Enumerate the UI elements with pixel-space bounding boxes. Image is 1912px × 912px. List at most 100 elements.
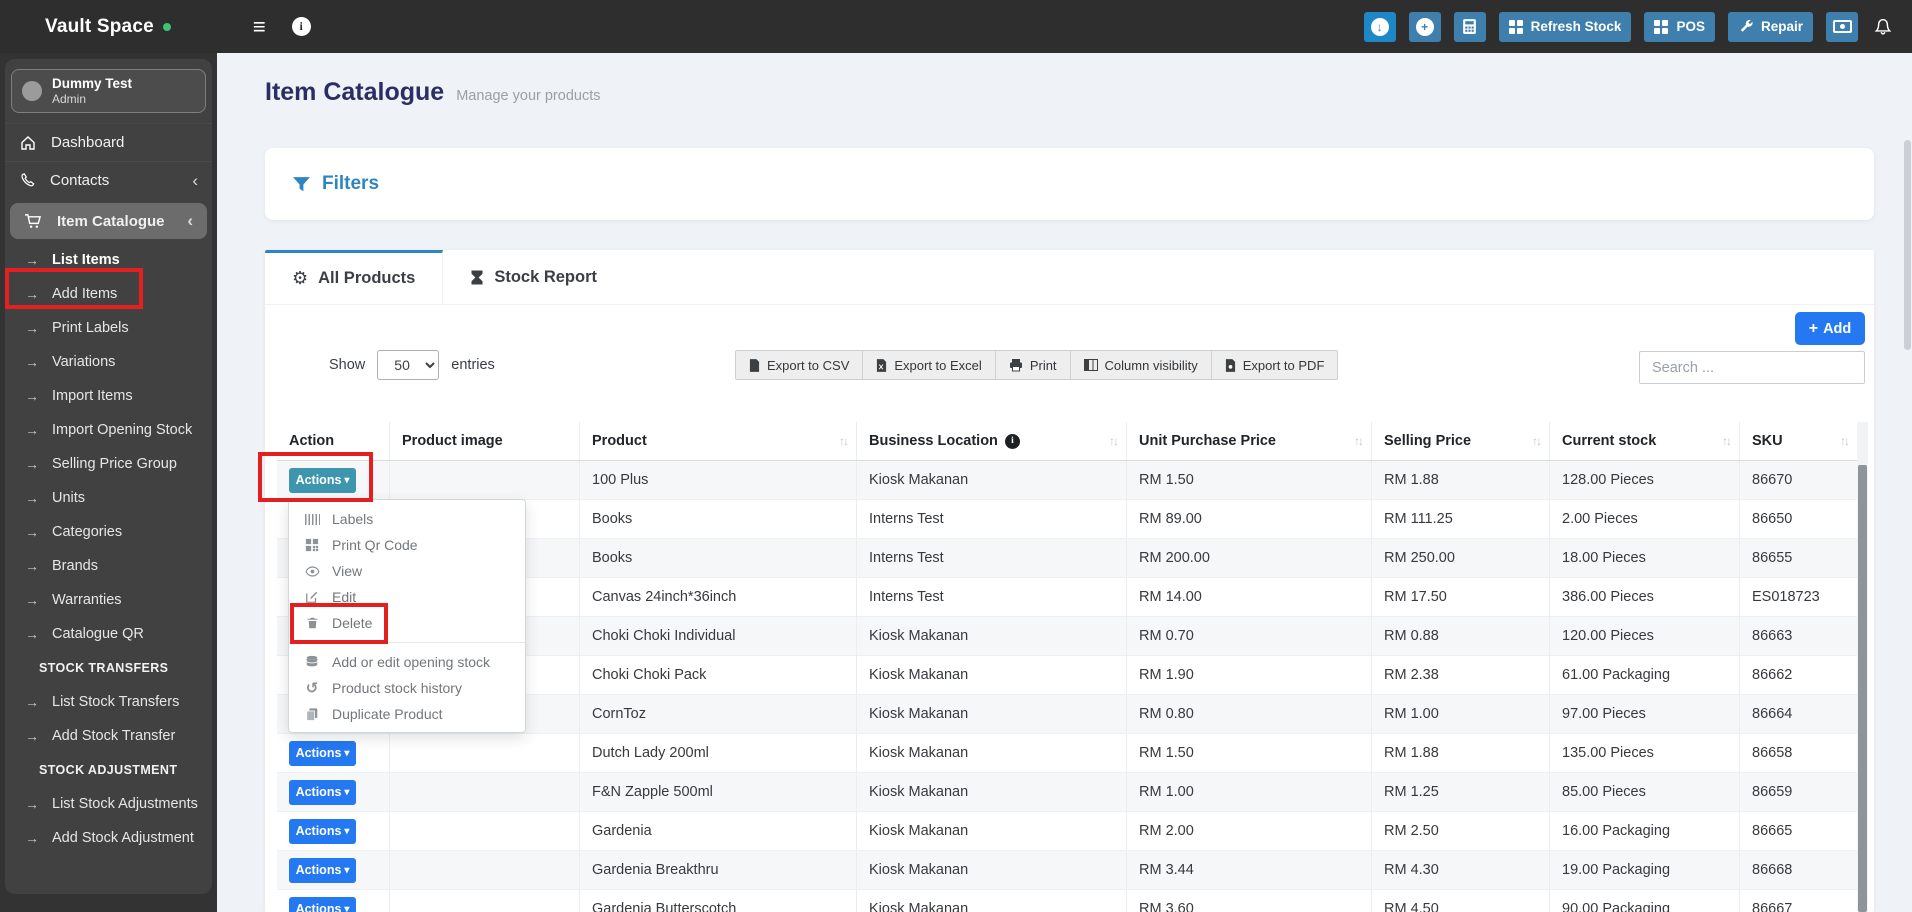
product-cell: Books bbox=[580, 539, 857, 577]
sidebar-item-brands[interactable]: Brands bbox=[5, 549, 212, 583]
product-image-cell bbox=[390, 812, 580, 850]
sort-icon[interactable] bbox=[1109, 434, 1117, 448]
calculator-button[interactable] bbox=[1453, 11, 1486, 42]
page-scrollbar-thumb[interactable] bbox=[1904, 140, 1911, 350]
menu-item-add-or-edit-opening-stock[interactable]: Add or edit opening stock bbox=[289, 649, 525, 675]
column-header-selling-price[interactable]: Selling Price bbox=[1372, 422, 1550, 460]
current-stock-cell: 135.00 Pieces bbox=[1550, 734, 1740, 772]
notifications-bell[interactable] bbox=[1871, 18, 1895, 36]
table-row: Actions Gardenia Kiosk Makanan RM 2.00 R… bbox=[277, 812, 1857, 851]
column-header-unit-purchase-price[interactable]: Unit Purchase Price bbox=[1127, 422, 1372, 460]
table-scrollbar-thumb[interactable] bbox=[1858, 465, 1867, 912]
column-header-business-location[interactable]: Business Location bbox=[857, 422, 1127, 460]
tab-stock-report[interactable]: Stock Report bbox=[443, 250, 624, 304]
hamburger-menu-icon[interactable] bbox=[253, 14, 266, 40]
export-excel-button[interactable]: Export to Excel bbox=[863, 350, 996, 380]
sidebar-item-list-stock-adjustments[interactable]: List Stock Adjustments bbox=[5, 787, 212, 821]
sidebar-item-catalogue-qr[interactable]: Catalogue QR bbox=[5, 617, 212, 651]
sidebar-item-item-catalogue[interactable]: Item Catalogue bbox=[10, 203, 207, 239]
sku-cell: 86667 bbox=[1752, 901, 1793, 912]
sidebar-item-print-labels[interactable]: Print Labels bbox=[5, 311, 212, 345]
filters-label: Filters bbox=[322, 173, 380, 194]
sidebar-item-contacts[interactable]: Contacts bbox=[5, 161, 212, 199]
actions-button[interactable]: Actions bbox=[289, 779, 356, 805]
search-input[interactable] bbox=[1639, 351, 1865, 384]
wrench-icon bbox=[1740, 19, 1753, 32]
sidebar-item-units[interactable]: Units bbox=[5, 481, 212, 515]
pos-button[interactable]: POS bbox=[1644, 11, 1715, 42]
info-icon[interactable] bbox=[291, 17, 311, 36]
menu-item-print-qr-code[interactable]: Print Qr Code bbox=[289, 532, 525, 558]
menu-item-edit[interactable]: Edit bbox=[289, 584, 525, 610]
sidebar-item-selling-price-group[interactable]: Selling Price Group bbox=[5, 447, 212, 481]
chevron-left-icon bbox=[192, 171, 198, 191]
sort-icon[interactable] bbox=[1532, 434, 1540, 448]
sidebar-item-import-opening-stock[interactable]: Import Opening Stock bbox=[5, 413, 212, 447]
add-product-button[interactable]: Add bbox=[1795, 312, 1865, 345]
user-role: Admin bbox=[52, 92, 87, 106]
export-csv-button[interactable]: Export to CSV bbox=[735, 350, 864, 380]
arrow-right-icon bbox=[25, 286, 39, 302]
actions-button[interactable]: Actions bbox=[289, 896, 356, 912]
actions-button[interactable]: Actions bbox=[289, 857, 356, 883]
plus-icon bbox=[1809, 320, 1818, 338]
repair-button[interactable]: Repair bbox=[1727, 11, 1813, 42]
menu-item-view[interactable]: View bbox=[289, 558, 525, 584]
sidebar-item-list-stock-transfers[interactable]: List Stock Transfers bbox=[5, 685, 212, 719]
purchase-price-cell: RM 0.70 bbox=[1127, 617, 1372, 655]
sidebar-item-import-items[interactable]: Import Items bbox=[5, 379, 212, 413]
tab-all-products[interactable]: All Products bbox=[265, 250, 444, 304]
sort-icon[interactable] bbox=[1722, 434, 1730, 448]
cash-register-button[interactable] bbox=[1826, 11, 1858, 42]
menu-item-duplicate-product[interactable]: Duplicate Product bbox=[289, 701, 525, 727]
menu-item-labels[interactable]: Labels bbox=[289, 506, 525, 532]
actions-button[interactable]: Actions bbox=[289, 740, 356, 766]
export-pdf-button[interactable]: Export to PDF bbox=[1211, 350, 1339, 380]
actions-button[interactable]: Actions bbox=[289, 818, 356, 844]
cogs-icon bbox=[292, 268, 308, 289]
download-button[interactable] bbox=[1363, 11, 1396, 42]
location-cell: Interns Test bbox=[857, 500, 1127, 538]
table-scrollbar[interactable] bbox=[1857, 422, 1868, 912]
page-title: Item Catalogue bbox=[265, 78, 445, 106]
column-header-current-stock[interactable]: Current stock bbox=[1550, 422, 1740, 460]
history-icon bbox=[303, 681, 321, 696]
current-stock-cell: 128.00 Pieces bbox=[1550, 461, 1740, 499]
sidebar-item-warranties[interactable]: Warranties bbox=[5, 583, 212, 617]
actions-dropdown-menu: Labels Print Qr Code View Edit Delete Ad… bbox=[288, 499, 526, 733]
sort-icon[interactable] bbox=[1354, 434, 1362, 448]
sort-icon[interactable] bbox=[1840, 434, 1848, 448]
sidebar-link-label: Add Stock Adjustment bbox=[52, 830, 194, 846]
column-header-sku[interactable]: SKU bbox=[1740, 422, 1857, 460]
sidebar-link-label: Categories bbox=[52, 524, 123, 540]
column-header-product[interactable]: Product bbox=[580, 422, 857, 460]
caret-down-icon bbox=[344, 475, 349, 486]
refresh-stock-button[interactable]: Refresh Stock bbox=[1498, 11, 1632, 42]
sidebar-item-add-stock-transfer[interactable]: Add Stock Transfer bbox=[5, 719, 212, 753]
sidebar-item-categories[interactable]: Categories bbox=[5, 515, 212, 549]
print-button[interactable]: Print bbox=[995, 350, 1071, 380]
page-size-select[interactable]: 50 bbox=[377, 350, 440, 380]
table-row: Actions Dutch Lady 200ml Kiosk Makanan R… bbox=[277, 734, 1857, 773]
home-icon bbox=[21, 135, 35, 150]
export-button-group: Export to CSV Export to Excel Print Colu… bbox=[735, 350, 1339, 380]
sort-icon[interactable] bbox=[839, 434, 847, 448]
sidebar-item-list-items[interactable]: List Items bbox=[5, 243, 212, 277]
actions-button[interactable]: Actions bbox=[289, 467, 356, 493]
sidebar-link-label: Variations bbox=[52, 354, 116, 370]
location-cell: Interns Test bbox=[857, 578, 1127, 616]
sidebar-item-add-items[interactable]: Add Items bbox=[5, 277, 212, 311]
menu-item-label: Delete bbox=[332, 615, 373, 631]
column-visibility-button[interactable]: Column visibility bbox=[1070, 350, 1212, 380]
sidebar-panel: Dummy Test Admin Dashboard Contacts Item… bbox=[5, 59, 212, 894]
menu-item-product-stock-history[interactable]: Product stock history bbox=[289, 675, 525, 701]
user-card[interactable]: Dummy Test Admin bbox=[11, 69, 206, 113]
sidebar-item-variations[interactable]: Variations bbox=[5, 345, 212, 379]
menu-item-delete[interactable]: Delete bbox=[289, 610, 525, 636]
sidebar-item-add-stock-adjustment[interactable]: Add Stock Adjustment bbox=[5, 821, 212, 855]
selling-price-cell: RM 1.25 bbox=[1372, 773, 1550, 811]
sidebar-item-dashboard[interactable]: Dashboard bbox=[5, 123, 212, 161]
filters-card[interactable]: Filters bbox=[265, 148, 1874, 220]
quick-add-button[interactable] bbox=[1408, 11, 1441, 42]
cart-icon bbox=[25, 213, 42, 228]
